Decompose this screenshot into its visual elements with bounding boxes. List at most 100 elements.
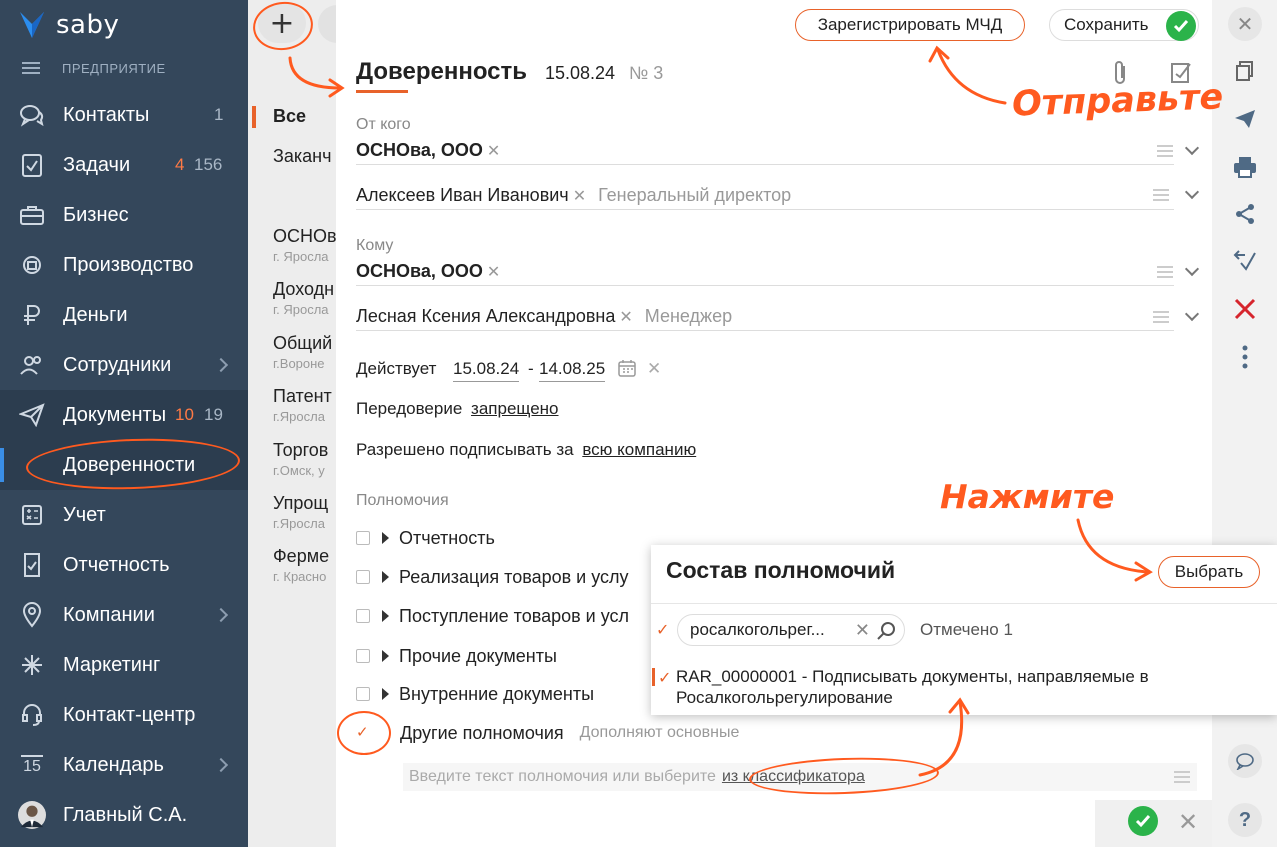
clear-icon[interactable]: ✕ [487, 141, 500, 161]
close-icon[interactable]: ✕ [1228, 7, 1262, 41]
other-powers-row[interactable]: ✓ Другие полномочия Дополняют основные [356, 720, 739, 746]
choose-button[interactable]: Выбрать [1158, 556, 1260, 588]
power-group-row[interactable]: Поступление товаров и усл [356, 603, 629, 629]
saby-logo-icon [20, 12, 44, 38]
printer-icon[interactable] [1228, 150, 1262, 184]
register-mchd-button[interactable]: Зарегистрировать МЧД [795, 9, 1025, 41]
more-icon[interactable] [1228, 340, 1262, 374]
briefcase-icon [18, 201, 46, 229]
clear-dates-icon[interactable]: ✕ [647, 359, 661, 379]
sidebar-item-employees[interactable]: Сотрудники [0, 340, 248, 390]
clear-icon[interactable]: ✕ [573, 186, 586, 206]
popup-search-input[interactable]: росалкогольрег... ✕ [677, 614, 905, 646]
to-person-field[interactable]: Лесная Ксения Александровна ✕ Менеджер [356, 306, 732, 327]
list-item[interactable]: Патент г.Яросла [273, 386, 337, 424]
clear-icon[interactable]: ✕ [487, 262, 500, 282]
list-item-title: Торгов [273, 440, 329, 460]
calendar-day: 15 [23, 757, 41, 775]
sidebar-item-tasks[interactable]: Задачи 4 156 [0, 140, 248, 190]
reject-icon[interactable] [1228, 292, 1262, 326]
expand-icon[interactable] [382, 650, 389, 662]
select-all-checkbox-icon[interactable]: ✓ [656, 620, 669, 640]
expand-icon[interactable] [382, 610, 389, 622]
sidebar-item-label: Деньги [63, 303, 128, 326]
document-date[interactable]: 15.08.24 [545, 63, 615, 84]
sidebar-item-profile[interactable]: Главный С.А. [0, 790, 248, 840]
item-checkbox-checked-icon[interactable]: ✓ [658, 668, 671, 688]
power-group-label: Прочие документы [399, 645, 557, 666]
sidebar-item-business[interactable]: Бизнес [0, 190, 248, 240]
selected-indicator [652, 668, 655, 686]
sidebar-item-contact-center[interactable]: Контакт-центр [0, 690, 248, 740]
approve-icon[interactable] [1228, 244, 1262, 278]
send-icon[interactable] [1228, 102, 1262, 136]
calendar-icon[interactable] [612, 353, 642, 383]
list-item[interactable]: Ферме г. Красно [273, 546, 337, 584]
sidebar-item-label: Учет [63, 503, 106, 526]
save-button[interactable]: Сохранить [1049, 9, 1199, 41]
checkbox[interactable] [356, 649, 370, 663]
sidebar-item-contacts[interactable]: Контакты 1 [0, 90, 248, 140]
document-number[interactable]: № 3 [629, 63, 663, 84]
redelegation-value[interactable]: запрещено [471, 399, 558, 418]
valid-from-input[interactable]: 15.08.24 [453, 359, 520, 382]
checkbox[interactable] [356, 687, 370, 701]
list-icon[interactable] [1153, 189, 1169, 201]
to-org-field[interactable]: ОСНОва, ООО ✕ [356, 261, 500, 282]
expand-icon[interactable] [382, 571, 389, 583]
list-item[interactable]: ОСНОв г. Яросла [273, 226, 337, 264]
list-icon[interactable] [1174, 771, 1190, 783]
help-icon[interactable]: ? [1228, 803, 1262, 837]
checkbox[interactable] [356, 609, 370, 623]
saby-logo[interactable]: saby [18, 8, 119, 42]
power-group-row[interactable]: Реализация товаров и услу [356, 564, 629, 590]
list-item[interactable]: Общий г.Вороне [273, 333, 337, 371]
clear-icon[interactable]: ✕ [619, 307, 632, 327]
list-icon[interactable] [1153, 311, 1169, 323]
field-underline [356, 330, 1174, 331]
to-person-value: Лесная Ксения Александровна [356, 306, 616, 326]
sidebar-item-accounting[interactable]: Учет [0, 490, 248, 540]
clear-search-icon[interactable]: ✕ [855, 620, 870, 641]
valid-to-input[interactable]: 14.08.25 [539, 359, 606, 382]
from-org-value: ОСНОва, ООО [356, 140, 483, 160]
close-icon[interactable]: ✕ [1178, 808, 1198, 837]
chat-icon[interactable] [1228, 744, 1262, 778]
list-item[interactable]: Упрощ г.Яросла [273, 493, 337, 531]
power-group-row[interactable]: Отчетность [356, 525, 495, 551]
sidebar-item-money[interactable]: Деньги [0, 290, 248, 340]
sidebar-item-documents[interactable]: Документы 10 19 [0, 390, 248, 440]
sidebar-item-production[interactable]: Производство [0, 240, 248, 290]
checkbox[interactable] [356, 570, 370, 584]
expand-icon[interactable] [382, 688, 389, 700]
powers-list-item[interactable]: RAR_00000001 - Подписывать документы, на… [676, 666, 1236, 708]
sidebar-item-reports[interactable]: Отчетность [0, 540, 248, 590]
search-icon[interactable] [876, 621, 896, 641]
power-group-row[interactable]: Прочие документы [356, 643, 557, 669]
sign-scope-value[interactable]: всю компанию [582, 440, 696, 459]
list-icon[interactable] [1157, 266, 1173, 278]
other-powers-hint: Дополняют основные [579, 724, 740, 741]
from-org-field[interactable]: ОСНОва, ООО ✕ [356, 140, 500, 161]
from-person-field[interactable]: Алексеев Иван Иванович ✕ Генеральный дире… [356, 185, 791, 206]
filter-all[interactable]: Все [273, 106, 306, 127]
power-group-row[interactable]: Внутренние документы [356, 681, 594, 707]
filter-expiring[interactable]: Заканч [273, 146, 331, 167]
sidebar-item-companies[interactable]: Компании [0, 590, 248, 640]
company-switcher[interactable]: ПРЕДПРИЯТИЕ [22, 58, 166, 78]
popup-title: Состав полномочий [666, 557, 896, 583]
highlight-circle [337, 711, 391, 755]
sidebar-item-label: Главный С.А. [63, 803, 188, 826]
checkbox[interactable] [356, 531, 370, 545]
copy-icon[interactable] [1228, 54, 1262, 88]
list-icon[interactable] [1157, 145, 1173, 157]
power-group-label: Поступление товаров и усл [399, 605, 630, 626]
expand-icon[interactable] [382, 532, 389, 544]
list-item[interactable]: Доходн г. Яросла [273, 279, 337, 317]
share-icon[interactable] [1228, 197, 1262, 231]
sidebar-item-calendar[interactable]: 15 Календарь [0, 740, 248, 790]
selected-indicator [252, 106, 256, 128]
list-item[interactable]: Торгов г.Омск, у [273, 440, 337, 478]
confirm-check-icon[interactable] [1128, 806, 1158, 836]
sidebar-item-marketing[interactable]: Маркетинг [0, 640, 248, 690]
